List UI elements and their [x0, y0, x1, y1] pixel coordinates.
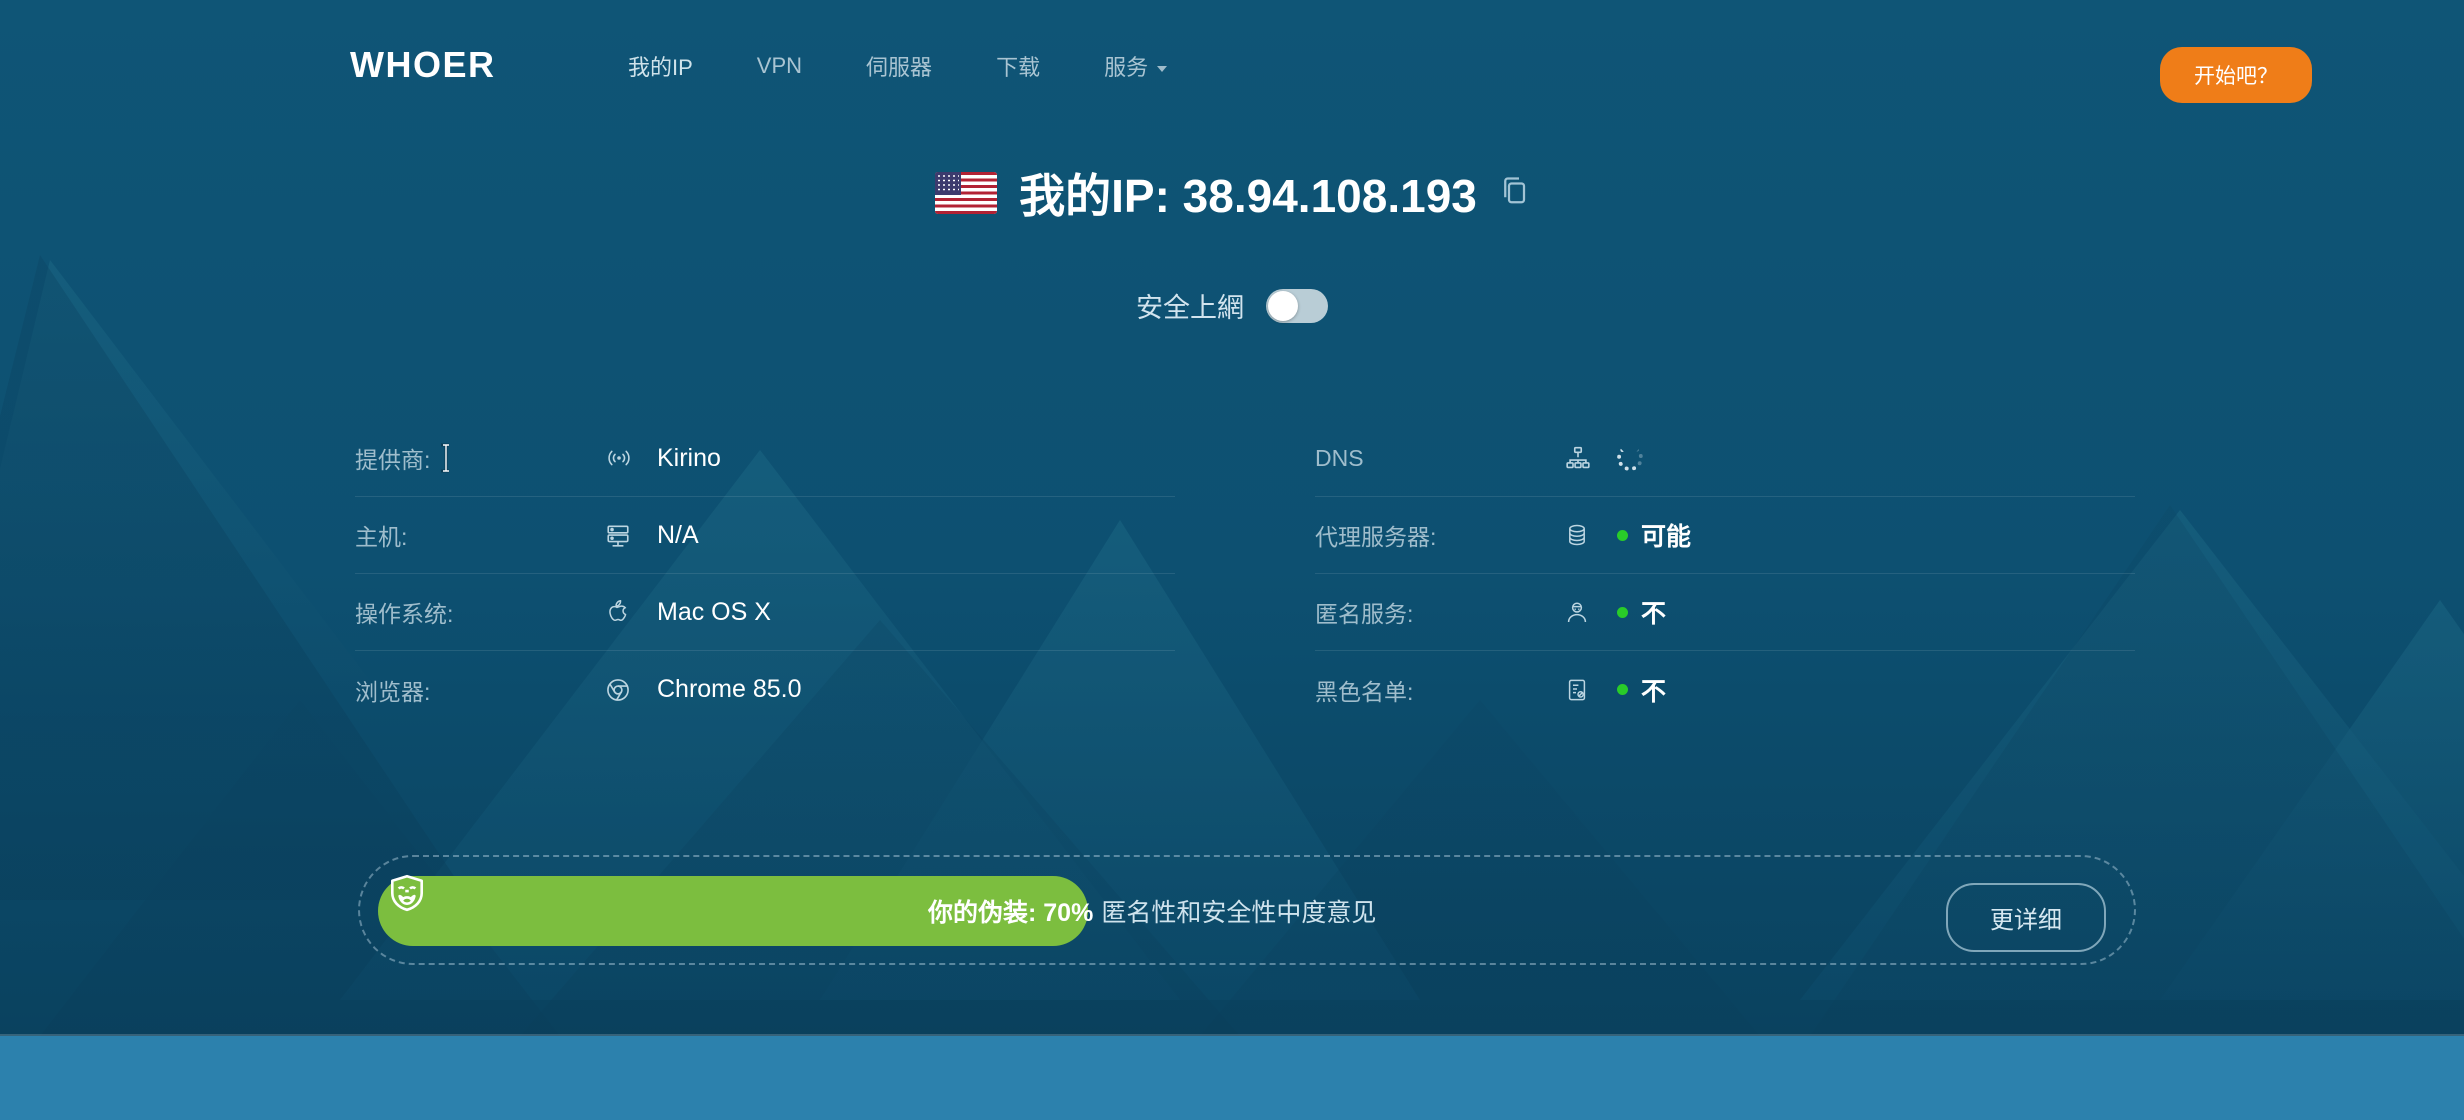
info-row-anon-service: 匿名服务: 不 — [1315, 574, 2135, 651]
info-label-anon-service: 匿名服务: — [1315, 601, 1414, 627]
info-row-browser: 浏览器: Chrome 85.0 — [355, 651, 1175, 728]
us-flag-icon — [935, 172, 998, 214]
info-column-left: 提供商: Kirino 主机: N/A 操作系统: Mac OS X 浏览器: … — [355, 420, 1175, 728]
info-label-blacklist: 黑色名单: — [1315, 678, 1414, 705]
info-row-os: 操作系统: Mac OS X — [355, 574, 1175, 651]
info-value-blacklist: 不 — [1617, 672, 1666, 708]
anonymity-progress-fill — [378, 876, 1088, 946]
info-value-proxy: 可能 — [1617, 517, 1691, 553]
secure-browsing-label: 安全上網 — [1136, 293, 1244, 323]
secure-browsing-row: 安全上網 — [0, 286, 2464, 325]
status-dot — [1617, 529, 1628, 541]
site-logo[interactable]: WHOER — [350, 44, 496, 86]
blacklist-icon — [1565, 677, 1617, 703]
main-navigation: 我的IP VPN 伺服器 下载 服务 — [596, 50, 1199, 82]
nav-vpn[interactable]: VPN — [725, 53, 834, 79]
get-started-button[interactable]: 开始吧？ — [2160, 47, 2312, 103]
info-value-dns — [1617, 445, 1643, 471]
database-icon — [1565, 522, 1617, 548]
anonymous-mask-icon — [386, 872, 428, 919]
server-icon — [605, 522, 657, 548]
info-value-blacklist-text: 不 — [1641, 677, 1667, 706]
info-value-proxy-text: 可能 — [1641, 523, 1692, 551]
nav-services-label: 服务 — [1104, 55, 1149, 80]
info-label-proxy: 代理服务器: — [1315, 524, 1437, 550]
nav-download[interactable]: 下载 — [964, 50, 1072, 82]
info-row-host: 主机: N/A — [355, 497, 1175, 574]
info-row-blacklist: 黑色名单: 不 — [1315, 651, 2135, 728]
bottom-section — [0, 1036, 2464, 1120]
info-value-anon-service: 不 — [1617, 594, 1666, 630]
site-header: WHOER 我的IP VPN 伺服器 下载 服务 开始吧？ — [0, 0, 2464, 103]
info-label-os: 操作系统: — [355, 601, 454, 627]
info-value-provider: Kirino — [657, 443, 721, 472]
status-dot — [1617, 684, 1628, 695]
ip-headline: 我的IP: 38.94.108.193 — [0, 160, 2464, 226]
signal-icon — [605, 446, 657, 470]
info-label-dns: DNS — [1315, 444, 1364, 471]
info-column-right: DNS 代理服务器: 可能 匿名服务: 不 黑色名单: 不 — [1315, 420, 2135, 728]
info-row-proxy: 代理服务器: 可能 — [1315, 497, 2135, 574]
nav-servers[interactable]: 伺服器 — [834, 50, 964, 82]
copy-icon[interactable] — [1499, 175, 1529, 212]
info-label-provider: 提供商: — [355, 447, 431, 473]
info-value-anon-service-text: 不 — [1641, 600, 1667, 628]
apple-icon — [605, 599, 657, 626]
nav-services[interactable]: 服务 — [1072, 50, 1199, 82]
chrome-icon — [605, 677, 657, 703]
toggle-knob — [1268, 290, 1298, 321]
info-value-os: Mac OS X — [657, 597, 771, 626]
status-dot — [1617, 606, 1628, 618]
anonymity-progress-track — [378, 876, 2096, 946]
loading-spinner-icon — [1617, 445, 1643, 471]
network-tree-icon — [1565, 445, 1617, 471]
anonymous-user-icon — [1565, 599, 1617, 625]
chevron-down-icon — [1157, 66, 1168, 73]
info-value-host: N/A — [657, 520, 699, 549]
info-label-host: 主机: — [355, 524, 408, 550]
info-table: 提供商: Kirino 主机: N/A 操作系统: Mac OS X 浏览器: … — [355, 420, 2135, 728]
page-title: 我的IP: 38.94.108.193 — [1019, 170, 1477, 222]
info-label-browser: 浏览器: — [355, 678, 431, 705]
info-value-browser: Chrome 85.0 — [657, 675, 802, 703]
anonymity-panel: 你的伪装: 70% 匿名性和安全性中度意见 更详细 — [358, 855, 2136, 965]
info-row-provider: 提供商: Kirino — [355, 420, 1175, 497]
more-details-button[interactable]: 更详细 — [1946, 883, 2106, 952]
nav-my-ip[interactable]: 我的IP — [596, 50, 725, 82]
info-row-dns: DNS — [1315, 420, 2135, 497]
secure-browsing-toggle[interactable] — [1266, 288, 1328, 323]
